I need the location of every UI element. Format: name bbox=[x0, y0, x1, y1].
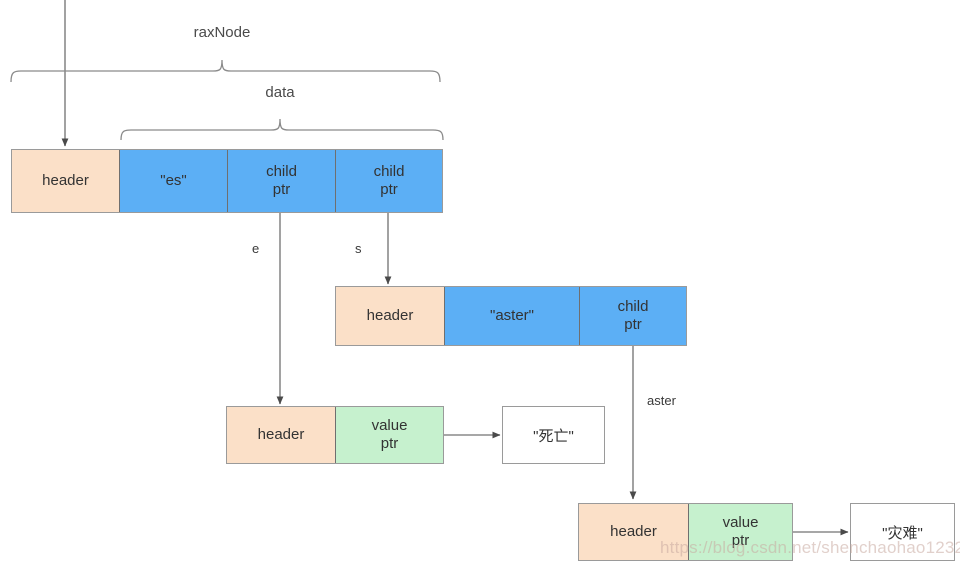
root-cell-header: header bbox=[12, 150, 119, 212]
root-cell-prefix: "es" bbox=[119, 150, 227, 212]
watermark: https://blog.csdn.net/shenchaohao12321 bbox=[660, 538, 960, 557]
diagram-canvas: raxNode data header "es" child ptr child… bbox=[0, 0, 960, 569]
leaf-e-cell-value-ptr[interactable]: value ptr bbox=[335, 407, 443, 463]
brace-label-data: data bbox=[265, 84, 295, 101]
edge-label-s: s bbox=[355, 241, 362, 256]
node-aster-raxnode[interactable]: header "aster" child ptr bbox=[335, 286, 687, 346]
root-cell-child-ptr-1[interactable]: child ptr bbox=[227, 150, 335, 212]
edge-label-aster: aster bbox=[647, 393, 676, 408]
aster-cell-header: header bbox=[336, 287, 444, 345]
edge-label-e: e bbox=[252, 241, 260, 256]
node-root-raxnode[interactable]: header "es" child ptr child ptr bbox=[11, 149, 443, 213]
leaf-e-cell-header: header bbox=[227, 407, 335, 463]
value-box-siwang: "死亡" bbox=[502, 406, 605, 464]
brace-label-raxnode: raxNode bbox=[193, 24, 251, 41]
root-cell-child-ptr-2[interactable]: child ptr bbox=[335, 150, 442, 212]
aster-cell-child-ptr[interactable]: child ptr bbox=[579, 287, 686, 345]
brace-raxnode bbox=[10, 59, 441, 83]
node-leaf-e[interactable]: header value ptr bbox=[226, 406, 444, 464]
connector-layer bbox=[10, 0, 849, 536]
brace-data bbox=[120, 118, 444, 141]
aster-cell-prefix: "aster" bbox=[444, 287, 579, 345]
